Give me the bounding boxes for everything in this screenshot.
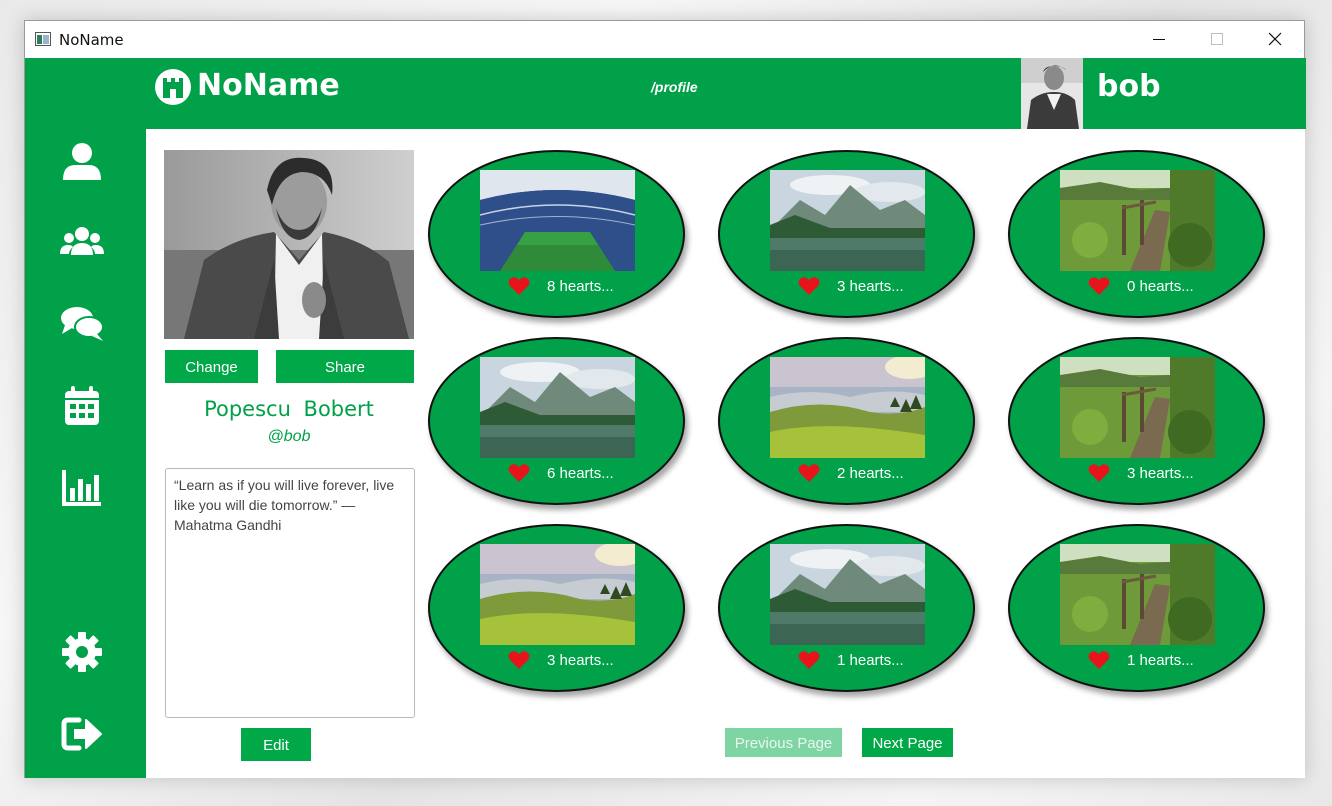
post-hearts-count: 8 hearts...: [547, 278, 614, 295]
profile-handle: @bob: [267, 428, 311, 445]
post-hearts-count: 1 hearts...: [1127, 652, 1194, 669]
post-card[interactable]: 6 hearts...: [428, 337, 685, 505]
users-icon[interactable]: [59, 219, 105, 265]
maximize-icon[interactable]: [1188, 21, 1246, 58]
chart-icon[interactable]: [59, 464, 105, 510]
title-bar: NoName: [25, 21, 1304, 58]
previous-page-button[interactable]: Previous Page: [725, 728, 842, 757]
post-image-mountain-lake[interactable]: [770, 544, 925, 645]
logout-icon[interactable]: [59, 711, 105, 757]
post-image-mountain-lake[interactable]: [480, 357, 635, 458]
share-profile-button[interactable]: Share: [276, 350, 414, 383]
heart-icon[interactable]: [1088, 276, 1110, 296]
gear-icon[interactable]: [59, 629, 105, 675]
post-image-misty-hills[interactable]: [480, 544, 635, 645]
current-route: /profile: [651, 79, 698, 95]
app-window-icon: [35, 32, 51, 46]
castle-logo-icon: [155, 69, 191, 105]
user-icon[interactable]: [59, 138, 105, 184]
heart-icon[interactable]: [508, 463, 530, 483]
post-image-misty-hills[interactable]: [770, 357, 925, 458]
post-image-mountain-lake[interactable]: [770, 170, 925, 271]
post-hearts-count: 3 hearts...: [1127, 465, 1194, 482]
post-card[interactable]: 3 hearts...: [428, 524, 685, 692]
profile-full-name: Popescu Bobert: [204, 397, 374, 421]
change-photo-button[interactable]: Change: [165, 350, 258, 383]
chat-icon[interactable]: [59, 301, 105, 347]
app-window: NoName NoName /profile bob Change Share …: [24, 20, 1306, 778]
heart-icon[interactable]: [1088, 463, 1110, 483]
window-title: NoName: [59, 31, 124, 49]
heart-icon[interactable]: [798, 650, 820, 670]
next-page-button[interactable]: Next Page: [862, 728, 953, 757]
header-username[interactable]: bob: [1097, 69, 1161, 104]
post-hearts-count: 1 hearts...: [837, 652, 904, 669]
post-hearts-count: 6 hearts...: [547, 465, 614, 482]
post-card[interactable]: 3 hearts...: [718, 150, 975, 318]
sidebar: [25, 129, 146, 778]
post-image-wooden-path[interactable]: [1060, 170, 1215, 271]
heart-icon[interactable]: [508, 650, 530, 670]
app-logo-text: NoName: [197, 68, 340, 103]
profile-photo: [164, 150, 414, 339]
heart-icon[interactable]: [798, 276, 820, 296]
heart-icon[interactable]: [1088, 650, 1110, 670]
post-card[interactable]: 2 hearts...: [718, 337, 975, 505]
main-content: Change Share Popescu Bobert @bob “Learn …: [146, 129, 1305, 778]
post-card[interactable]: 1 hearts...: [1008, 524, 1265, 692]
edit-bio-button[interactable]: Edit: [241, 728, 311, 761]
post-card[interactable]: 3 hearts...: [1008, 337, 1265, 505]
minimize-icon[interactable]: [1130, 21, 1188, 58]
app-header: NoName /profile bob: [25, 58, 1306, 129]
bio-textarea[interactable]: “Learn as if you will live forever, live…: [165, 468, 415, 718]
post-image-wooden-path[interactable]: [1060, 357, 1215, 458]
post-card[interactable]: 0 hearts...: [1008, 150, 1265, 318]
calendar-icon[interactable]: [59, 383, 105, 429]
post-image-wooden-path[interactable]: [1060, 544, 1215, 645]
post-image-stadium[interactable]: [480, 170, 635, 271]
post-hearts-count: 3 hearts...: [837, 278, 904, 295]
header-avatar[interactable]: [1021, 58, 1083, 129]
post-hearts-count: 0 hearts...: [1127, 278, 1194, 295]
heart-icon[interactable]: [798, 463, 820, 483]
post-card[interactable]: 1 hearts...: [718, 524, 975, 692]
post-hearts-count: 3 hearts...: [547, 652, 614, 669]
post-hearts-count: 2 hearts...: [837, 465, 904, 482]
post-card[interactable]: 8 hearts...: [428, 150, 685, 318]
heart-icon[interactable]: [508, 276, 530, 296]
close-icon[interactable]: [1246, 21, 1304, 58]
